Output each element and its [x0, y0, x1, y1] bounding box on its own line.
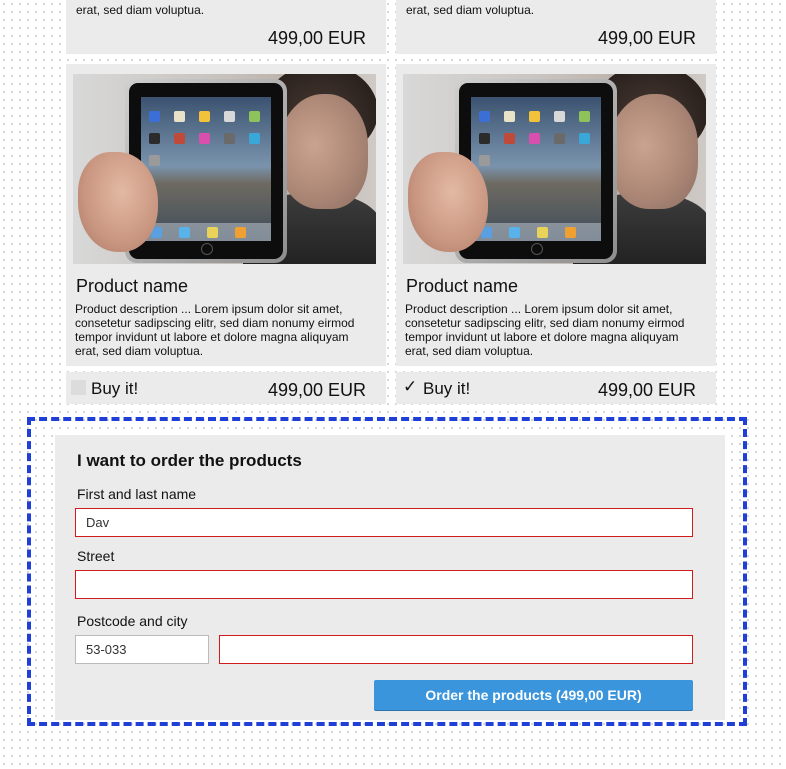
buy-row: Buy it! 499,00 EUR: [66, 372, 386, 404]
product-card-top-left: erat, sed diam voluptua. 499,00 EUR: [66, 0, 386, 54]
buy-checkbox[interactable]: [71, 380, 86, 395]
buy-label[interactable]: Buy it!: [423, 379, 470, 399]
product-description: erat, sed diam voluptua.: [76, 3, 205, 17]
street-field[interactable]: [75, 570, 693, 599]
checkmark-icon[interactable]: ✓: [403, 377, 417, 397]
product-description: Product description ... Lorem ipsum dolo…: [405, 302, 685, 358]
order-button[interactable]: Order the products (499,00 EUR): [374, 680, 693, 710]
product-name: Product name: [76, 276, 189, 296]
product-card: Product name Product description ... Lor…: [396, 64, 716, 366]
postcode-field[interactable]: [75, 635, 209, 664]
product-price: 499,00 EUR: [598, 380, 697, 400]
product-description: Product description ... Lorem ipsum dolo…: [75, 302, 355, 358]
name-label: First and last name: [77, 486, 197, 502]
product-price: 499,00 EUR: [598, 28, 697, 48]
postcode-city-label: Postcode and city: [77, 613, 188, 629]
product-card: Product name Product description ... Lor…: [66, 64, 386, 366]
buy-row: ✓ Buy it! 499,00 EUR: [396, 372, 716, 404]
street-label: Street: [77, 548, 115, 564]
product-card-top-right: erat, sed diam voluptua. 499,00 EUR: [396, 0, 716, 54]
product-name: Product name: [406, 276, 519, 296]
product-price: 499,00 EUR: [268, 380, 367, 400]
product-image: [403, 74, 706, 264]
product-image: [73, 74, 376, 264]
product-description: erat, sed diam voluptua.: [406, 3, 535, 17]
name-field[interactable]: [75, 508, 693, 537]
order-form-title: I want to order the products: [77, 451, 302, 470]
product-price: 499,00 EUR: [268, 28, 367, 48]
city-field[interactable]: [219, 635, 693, 664]
buy-label[interactable]: Buy it!: [91, 379, 138, 399]
